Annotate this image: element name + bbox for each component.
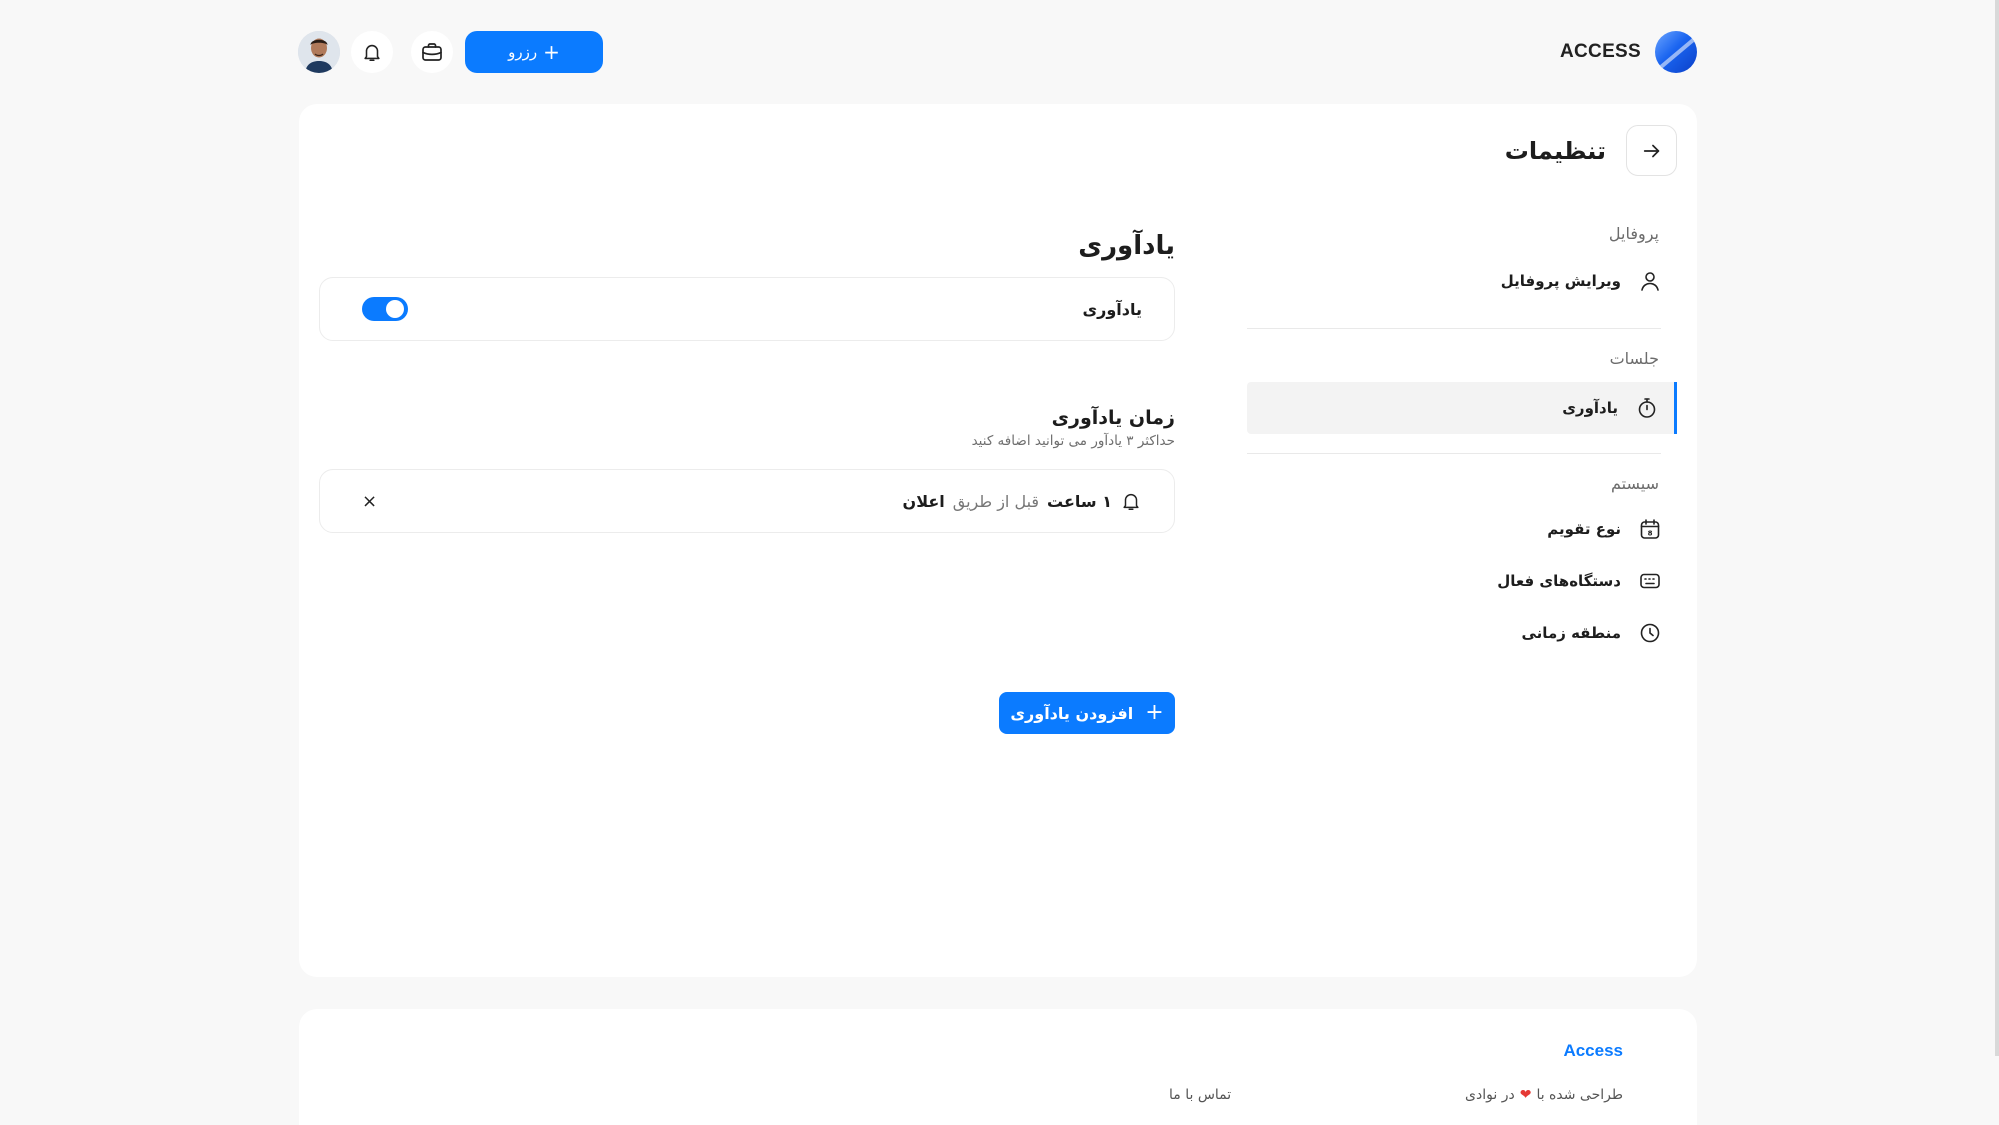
sidebar-item-calendar-type[interactable]: 8 نوع تقویم <box>1247 503 1677 555</box>
brand-logo[interactable]: ACCESS <box>1560 31 1697 73</box>
footer-credit: طراحی شده با ❤ در نوادی <box>1465 1087 1623 1103</box>
reminder-mid-text: قبل از طریق <box>952 491 1040 511</box>
reminder-toggle-label: یادآوری <box>1082 299 1142 319</box>
footer-made-prefix: طراحی شده با <box>1536 1087 1623 1103</box>
sidebar-item-edit-profile[interactable]: ویرایش پروفایل <box>1247 255 1677 307</box>
group-label-system: سیستم <box>1611 474 1659 493</box>
group-label-sessions: جلسات <box>1609 349 1659 368</box>
reserve-button-label: رزرو <box>508 43 538 61</box>
back-button[interactable] <box>1626 125 1677 176</box>
section-title: یادآوری <box>1078 231 1175 261</box>
keyboard-icon <box>1637 568 1663 594</box>
settings-sidebar: پروفایل ویرایش پروفایل جلسات یادآوری سیس… <box>1247 224 1677 659</box>
clock-icon <box>1637 620 1663 646</box>
remove-reminder-button[interactable]: × <box>362 491 377 512</box>
reminder-toggle[interactable] <box>362 297 408 321</box>
scrollbar[interactable] <box>1995 0 1999 1056</box>
sidebar-item-label: ویرایش پروفایل <box>1500 272 1621 290</box>
add-reminder-label: افزودن یادآوری <box>1010 703 1134 723</box>
calendar-icon: 8 <box>1637 516 1663 542</box>
sidebar-item-label: نوع تقویم <box>1547 520 1621 538</box>
bell-icon[interactable] <box>351 31 393 73</box>
sidebar-divider <box>1247 453 1661 454</box>
reminder-method: اعلان <box>902 491 945 511</box>
top-bar: ACCESS رزرو + <box>0 0 1999 104</box>
group-label-profile: پروفایل <box>1608 224 1659 243</box>
reserve-button[interactable]: رزرو + <box>465 31 603 73</box>
page-header: تنظیمات <box>1505 125 1677 176</box>
sidebar-item-label: یادآوری <box>1562 399 1618 417</box>
sidebar-item-label: منطقه زمانی <box>1521 624 1622 642</box>
plus-icon: + <box>543 40 560 64</box>
sidebar-item-label: دستگاه‌های فعال <box>1497 572 1621 590</box>
heart-icon: ❤ <box>1519 1087 1532 1103</box>
page-title: تنظیمات <box>1504 136 1606 165</box>
svg-text:8: 8 <box>1648 530 1653 538</box>
footer: Access طراحی شده با ❤ در نوادی تماس با م… <box>299 1009 1697 1125</box>
bell-icon <box>1120 490 1142 512</box>
reminder-time-description: حداکثر ۳ یادآور می توانید اضافه کنید <box>971 433 1175 449</box>
reminder-time-title: زمان یادآوری <box>1051 407 1175 429</box>
sidebar-divider <box>1247 328 1661 329</box>
reminder-toggle-row: یادآوری <box>319 277 1175 341</box>
reminder-amount: ۱ ساعت <box>1047 491 1112 511</box>
sidebar-item-time-zone[interactable]: منطقه زمانی <box>1247 607 1677 659</box>
reminder-item: ۱ ساعت قبل از طریق اعلان × <box>319 469 1175 533</box>
add-reminder-button[interactable]: + افزودن یادآوری <box>999 692 1175 734</box>
user-avatar[interactable] <box>298 31 340 73</box>
sidebar-item-reminder[interactable]: یادآوری <box>1247 382 1677 434</box>
sidebar-item-active-devices[interactable]: دستگاه‌های فعال <box>1247 555 1677 607</box>
reminder-settings: یادآوری یادآوری زمان یادآوری حداکثر ۳ یا… <box>319 224 1175 734</box>
brand-name: ACCESS <box>1560 41 1641 62</box>
arrow-right-icon <box>1641 140 1663 162</box>
timer-icon <box>1634 395 1660 421</box>
footer-brand[interactable]: Access <box>1563 1041 1623 1061</box>
access-logo-icon <box>1655 31 1697 73</box>
plus-icon: + <box>1145 700 1164 725</box>
contact-link[interactable]: تماس با ما <box>1169 1087 1231 1103</box>
user-icon <box>1637 268 1663 294</box>
reminder-item-text: ۱ ساعت قبل از طریق اعلان <box>903 490 1142 512</box>
briefcase-icon[interactable] <box>411 31 453 73</box>
footer-made-suffix: در نوادی <box>1465 1087 1515 1103</box>
settings-card: تنظیمات پروفایل ویرایش پروفایل جلسات یاد… <box>299 104 1697 977</box>
